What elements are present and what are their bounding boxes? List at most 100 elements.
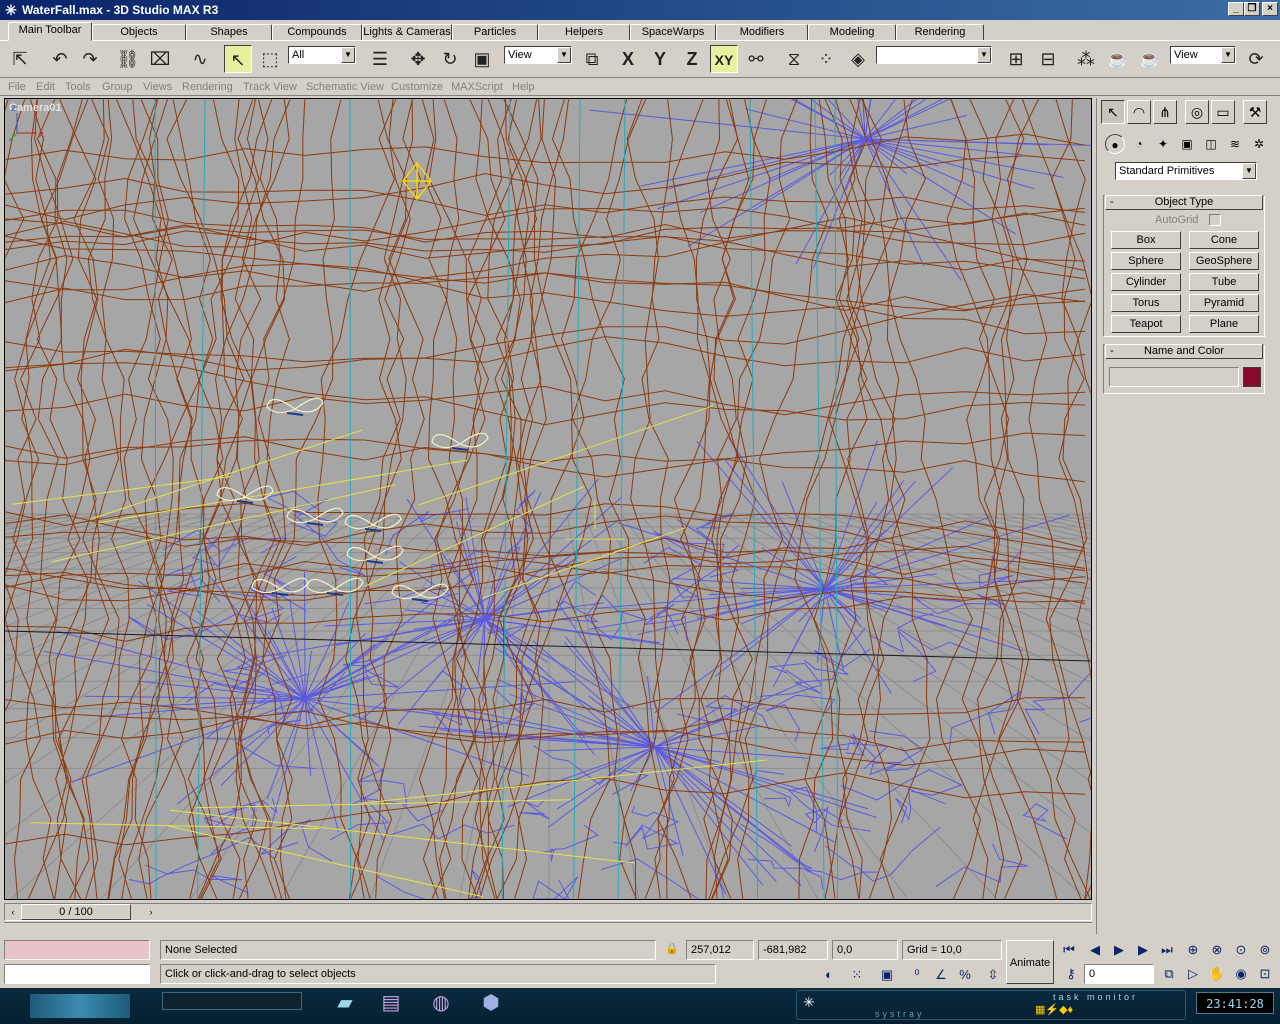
tab-rendering[interactable]: Rendering	[896, 24, 984, 41]
tab-modifiers[interactable]: Modifiers	[716, 24, 808, 41]
help-pointer-icon[interactable]: ⇱	[6, 45, 34, 73]
array-icon[interactable]: ⁘	[812, 45, 840, 73]
menu-tools[interactable]: Tools	[65, 80, 91, 95]
degradation-override-icon[interactable]: ▣	[876, 965, 898, 985]
cylinder-button[interactable]: Cylinder	[1111, 273, 1181, 291]
selection-filter-dropdown[interactable]: All ▼	[288, 46, 356, 64]
geosphere-button[interactable]: GeoSphere	[1189, 252, 1259, 270]
menu-edit[interactable]: Edit	[36, 80, 55, 95]
key-mode-icon[interactable]: ⚷	[1060, 964, 1082, 984]
align-icon[interactable]: ◈	[844, 45, 872, 73]
rotate-icon[interactable]: ↻	[436, 45, 464, 73]
quick-render-icon[interactable]: ☕	[1136, 45, 1164, 73]
teapot-button[interactable]: Teapot	[1111, 315, 1181, 333]
cone-button[interactable]: Cone	[1189, 231, 1259, 249]
maxscript-input[interactable]	[4, 964, 150, 984]
box-button[interactable]: Box	[1111, 231, 1181, 249]
sphere-button[interactable]: Sphere	[1111, 252, 1181, 270]
restrict-y-button[interactable]: Y	[646, 45, 674, 73]
space-warps-icon[interactable]: ≋	[1225, 134, 1245, 154]
spinner-snap-icon[interactable]: ⇳	[982, 965, 1004, 985]
display-panel-icon[interactable]: ▭	[1211, 100, 1235, 124]
render-scene-icon[interactable]: ☕	[1104, 45, 1132, 73]
named-selection-dropdown[interactable]: ▼	[876, 46, 992, 64]
lights-icon[interactable]: ✦	[1153, 134, 1173, 154]
geometry-icon[interactable]: ●	[1105, 134, 1125, 154]
time-next-icon[interactable]: ›	[145, 905, 157, 919]
bind-space-warp-icon[interactable]: ∿	[186, 45, 214, 73]
goto-end-icon[interactable]: ⏭	[1156, 940, 1178, 960]
zoom-extents-icon[interactable]: ⊙	[1230, 940, 1252, 960]
orbit-icon[interactable]: ◉	[1230, 964, 1252, 984]
category-dropdown[interactable]: Standard Primitives ▼	[1115, 162, 1257, 180]
hierarchy-panel-icon[interactable]: ⋔	[1153, 100, 1177, 124]
tab-particles[interactable]: Particles	[452, 24, 538, 41]
zoom-all-icon[interactable]: ⊗	[1206, 940, 1228, 960]
select-by-name-icon[interactable]: ☰	[366, 45, 394, 73]
track-bar[interactable]	[4, 922, 1092, 936]
menu-rendering[interactable]: Rendering	[182, 80, 233, 95]
field-of-view-icon[interactable]: ▷	[1182, 964, 1204, 984]
time-config-icon[interactable]: ⧉	[1158, 964, 1180, 984]
selection-lock-icon[interactable]: ◐	[818, 965, 840, 985]
documents-icon[interactable]: ▤	[376, 990, 406, 1020]
systems-icon[interactable]: ✲	[1249, 134, 1269, 154]
track-view-icon[interactable]: ⊞	[1002, 45, 1030, 73]
zoom-icon[interactable]: ⊕	[1182, 940, 1204, 960]
pan-icon[interactable]: ✋	[1206, 964, 1228, 984]
torus-button[interactable]: Torus	[1111, 294, 1181, 312]
mirror-icon[interactable]: ⧖	[780, 45, 808, 73]
tray-icons[interactable]: ▦⚡◆♦	[1035, 1003, 1073, 1016]
render-last-icon[interactable]: ⟳	[1242, 45, 1270, 73]
minimize-button[interactable]: _	[1228, 2, 1244, 16]
percent-snap-icon[interactable]: %	[954, 965, 976, 985]
restrict-z-button[interactable]: Z	[678, 45, 706, 73]
autogrid-checkbox[interactable]	[1209, 214, 1221, 226]
min-max-toggle-icon[interactable]: ⊡	[1254, 964, 1276, 984]
motion-panel-icon[interactable]: ◎	[1185, 100, 1209, 124]
computer-icon[interactable]: ▰	[330, 990, 360, 1020]
menu-file[interactable]: File	[8, 80, 26, 95]
modify-panel-icon[interactable]: ◠	[1127, 100, 1151, 124]
crossing-selection-icon[interactable]: ⁙	[846, 965, 868, 985]
prev-frame-icon[interactable]: ◀	[1084, 940, 1106, 960]
zoom-extents-all-icon[interactable]: ⊚	[1254, 940, 1276, 960]
tab-spacewarps[interactable]: SpaceWarps	[630, 24, 716, 41]
restore-button[interactable]: ❐	[1244, 2, 1260, 16]
menu-views[interactable]: Views	[143, 80, 172, 95]
select-link-icon[interactable]: ⛓	[114, 45, 142, 73]
start-area[interactable]	[30, 994, 130, 1018]
time-slider-thumb[interactable]: 0 / 100	[21, 904, 131, 920]
rectangular-region-icon[interactable]: ⬚	[256, 45, 284, 73]
tab-shapes[interactable]: Shapes	[186, 24, 272, 41]
tube-button[interactable]: Tube	[1189, 273, 1259, 291]
tab-lights-cameras[interactable]: Lights & Cameras	[362, 24, 452, 41]
lock-selection-icon[interactable]: 🔒	[664, 942, 680, 958]
redo-icon[interactable]: ↷	[76, 45, 104, 73]
network-icon[interactable]: ◍	[426, 990, 456, 1020]
media-controls[interactable]	[162, 992, 302, 1010]
camera-viewport[interactable]: Camera01 z x	[4, 98, 1092, 900]
move-icon[interactable]: ✥	[404, 45, 432, 73]
tab-compounds[interactable]: Compounds	[272, 24, 362, 41]
goto-start-icon[interactable]: ⏮	[1058, 940, 1080, 960]
menu-maxscript[interactable]: MAXScript	[451, 80, 503, 95]
pivot-center-icon[interactable]: ⧉	[578, 45, 606, 73]
object-type-header[interactable]: - Object Type	[1105, 195, 1263, 210]
menu-help[interactable]: Help	[512, 80, 535, 95]
material-editor-icon[interactable]: ⁂	[1072, 45, 1100, 73]
tab-modeling[interactable]: Modeling	[808, 24, 896, 41]
max-task-icon[interactable]: ✳	[803, 994, 815, 1011]
play-icon[interactable]: ▶	[1108, 940, 1130, 960]
time-slider[interactable]: ‹ 0 / 100 ›	[4, 903, 1092, 921]
inverse-kinematics-icon[interactable]: ⚯	[742, 45, 770, 73]
time-prev-icon[interactable]: ‹	[7, 905, 19, 919]
menu-schematic-view[interactable]: Schematic View	[306, 80, 384, 95]
object-color-swatch[interactable]	[1243, 367, 1261, 387]
undo-icon[interactable]: ↶	[46, 45, 74, 73]
tab-helpers[interactable]: Helpers	[538, 24, 630, 41]
next-frame-icon[interactable]: ▶	[1132, 940, 1154, 960]
restrict-x-button[interactable]: X	[614, 45, 642, 73]
tab-objects[interactable]: Objects	[92, 24, 186, 41]
create-panel-icon[interactable]: ↖	[1101, 100, 1125, 124]
